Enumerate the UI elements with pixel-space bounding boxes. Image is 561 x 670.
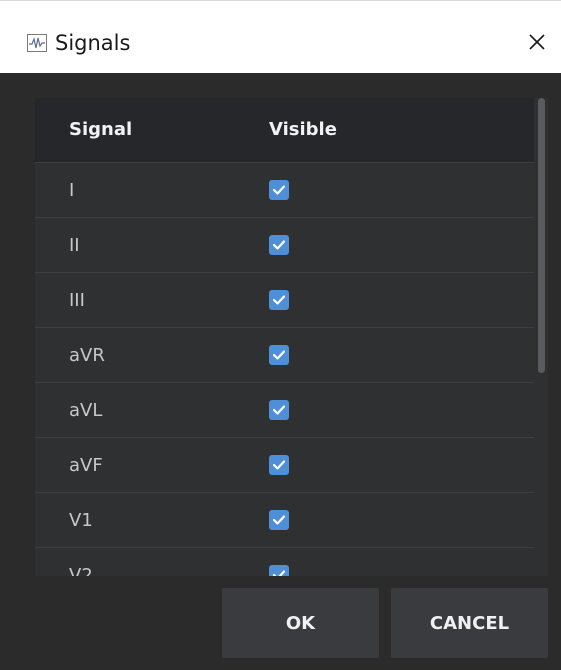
table-body: I II III aVR aVL aVF V1 V2 — [35, 163, 534, 576]
check-icon — [272, 295, 286, 305]
visible-checkbox[interactable] — [269, 345, 289, 365]
window-title: Signals — [55, 31, 131, 55]
waveform-icon — [27, 34, 47, 52]
table-row: III — [35, 273, 534, 328]
visible-checkbox[interactable] — [269, 235, 289, 255]
column-header-signal: Signal — [69, 119, 133, 140]
visible-checkbox[interactable] — [269, 290, 289, 310]
scrollbar-thumb[interactable] — [538, 98, 545, 373]
check-icon — [272, 570, 286, 576]
visible-cell — [269, 400, 289, 420]
signal-name: V1 — [69, 510, 93, 531]
table-row: aVF — [35, 438, 534, 493]
visible-checkbox[interactable] — [269, 180, 289, 200]
table-row: II — [35, 218, 534, 273]
check-icon — [272, 350, 286, 360]
visible-cell — [269, 455, 289, 475]
visible-cell — [269, 565, 289, 576]
table-row: aVL — [35, 383, 534, 438]
close-icon — [529, 34, 545, 50]
check-icon — [272, 405, 286, 415]
table-row: V1 — [35, 493, 534, 548]
ok-button[interactable]: OK — [222, 588, 379, 658]
check-icon — [272, 460, 286, 470]
visible-checkbox[interactable] — [269, 510, 289, 530]
signal-name: V2 — [69, 565, 93, 576]
visible-cell — [269, 290, 289, 310]
check-icon — [272, 515, 286, 525]
check-icon — [272, 185, 286, 195]
check-icon — [272, 240, 286, 250]
vertical-scrollbar[interactable] — [536, 98, 546, 576]
signals-dialog: Signals Signal Visible I II III aVR aVL aVF V1… — [0, 0, 561, 670]
title-bar: Signals — [0, 0, 561, 73]
visible-checkbox[interactable] — [269, 400, 289, 420]
signal-name: II — [69, 235, 80, 256]
visible-checkbox[interactable] — [269, 455, 289, 475]
visible-cell — [269, 510, 289, 530]
table-row: V2 — [35, 548, 534, 576]
table-header: Signal Visible — [35, 98, 534, 163]
signal-name: I — [69, 180, 75, 201]
table-row: aVR — [35, 328, 534, 383]
visible-checkbox[interactable] — [269, 565, 289, 576]
signal-name: aVF — [69, 455, 103, 476]
cancel-button[interactable]: CANCEL — [391, 588, 548, 658]
visible-cell — [269, 180, 289, 200]
signals-table: Signal Visible I II III aVR aVL aVF V1 V2 — [35, 98, 548, 576]
close-button[interactable] — [522, 27, 552, 57]
signal-name: aVR — [69, 345, 105, 366]
table-row: I — [35, 163, 534, 218]
visible-cell — [269, 345, 289, 365]
visible-cell — [269, 235, 289, 255]
column-header-visible: Visible — [269, 119, 337, 140]
signal-name: III — [69, 290, 85, 311]
signal-name: aVL — [69, 400, 103, 421]
